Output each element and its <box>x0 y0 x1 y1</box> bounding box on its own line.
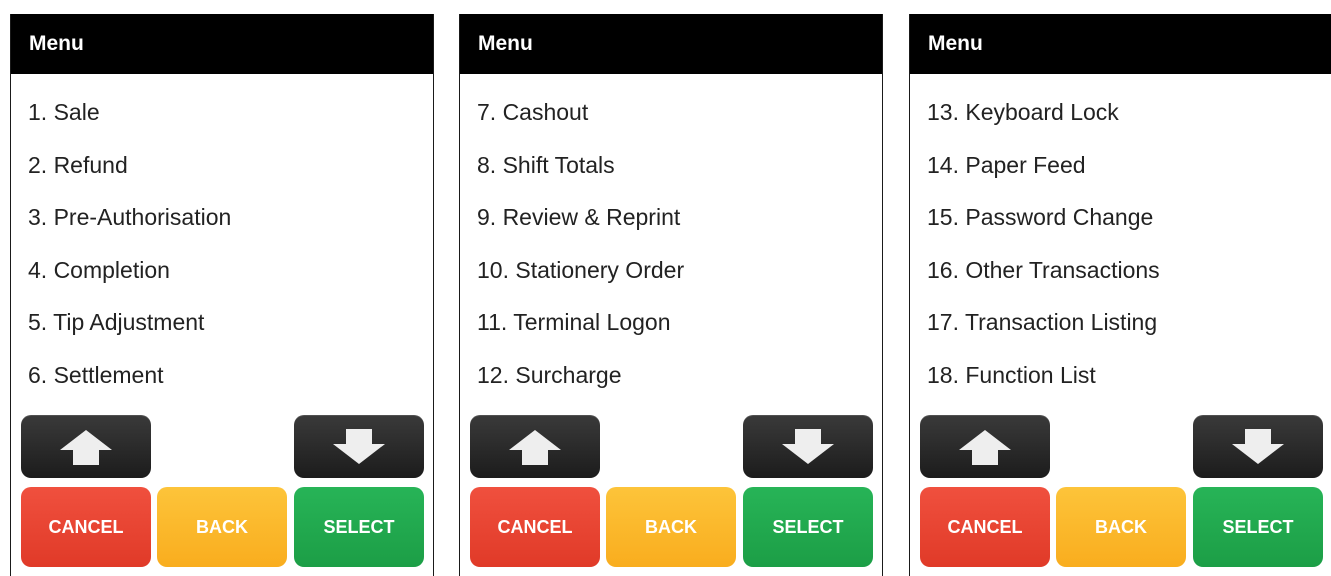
scroll-down-button[interactable] <box>743 415 873 478</box>
scroll-up-button[interactable] <box>920 415 1050 478</box>
cancel-button[interactable]: CANCEL <box>470 487 600 567</box>
menu-screen-3: Menu 13. Keyboard Lock 14. Paper Feed 15… <box>909 14 1331 576</box>
cancel-button[interactable]: CANCEL <box>21 487 151 567</box>
menu-item-paper-feed[interactable]: 14. Paper Feed <box>910 139 1331 192</box>
menu-item-refund[interactable]: 2. Refund <box>11 139 433 192</box>
menu-item-tip-adjustment[interactable]: 5. Tip Adjustment <box>11 296 433 349</box>
scroll-down-button[interactable] <box>1193 415 1323 478</box>
menu-item-pre-authorisation[interactable]: 3. Pre-Authorisation <box>11 191 433 244</box>
menu-title: Menu <box>910 14 1331 74</box>
down-arrow-icon <box>333 428 385 464</box>
menu-list: 7. Cashout 8. Shift Totals 9. Review & R… <box>460 86 882 401</box>
menu-item-other-transactions[interactable]: 16. Other Transactions <box>910 244 1331 297</box>
menu-title: Menu <box>460 14 882 74</box>
scroll-up-button[interactable] <box>21 415 151 478</box>
menu-item-surcharge[interactable]: 12. Surcharge <box>460 349 882 402</box>
menu-item-transaction-listing[interactable]: 17. Transaction Listing <box>910 296 1331 349</box>
menu-item-shift-totals[interactable]: 8. Shift Totals <box>460 139 882 192</box>
menu-item-completion[interactable]: 4. Completion <box>11 244 433 297</box>
up-arrow-icon <box>60 429 112 465</box>
up-arrow-icon <box>959 429 1011 465</box>
select-button[interactable]: SELECT <box>294 487 424 567</box>
scroll-up-button[interactable] <box>470 415 600 478</box>
down-arrow-icon <box>782 428 834 464</box>
menu-item-password-change[interactable]: 15. Password Change <box>910 191 1331 244</box>
menu-item-stationery-order[interactable]: 10. Stationery Order <box>460 244 882 297</box>
menu-screen-2: Menu 7. Cashout 8. Shift Totals 9. Revie… <box>459 14 883 576</box>
menu-screen-1: Menu 1. Sale 2. Refund 3. Pre-Authorisat… <box>10 14 434 576</box>
back-button[interactable]: BACK <box>606 487 736 567</box>
menu-item-cashout[interactable]: 7. Cashout <box>460 86 882 139</box>
back-button[interactable]: BACK <box>157 487 287 567</box>
select-button[interactable]: SELECT <box>743 487 873 567</box>
menu-item-function-list[interactable]: 18. Function List <box>910 349 1331 402</box>
menu-item-keyboard-lock[interactable]: 13. Keyboard Lock <box>910 86 1331 139</box>
menu-item-sale[interactable]: 1. Sale <box>11 86 433 139</box>
up-arrow-icon <box>509 429 561 465</box>
menu-list: 1. Sale 2. Refund 3. Pre-Authorisation 4… <box>11 86 433 401</box>
menu-title: Menu <box>11 14 433 74</box>
menu-item-terminal-logon[interactable]: 11. Terminal Logon <box>460 296 882 349</box>
menu-item-review-reprint[interactable]: 9. Review & Reprint <box>460 191 882 244</box>
back-button[interactable]: BACK <box>1056 487 1186 567</box>
scroll-down-button[interactable] <box>294 415 424 478</box>
down-arrow-icon <box>1232 428 1284 464</box>
select-button[interactable]: SELECT <box>1193 487 1323 567</box>
menu-list: 13. Keyboard Lock 14. Paper Feed 15. Pas… <box>910 86 1331 401</box>
menu-item-settlement[interactable]: 6. Settlement <box>11 349 433 402</box>
cancel-button[interactable]: CANCEL <box>920 487 1050 567</box>
